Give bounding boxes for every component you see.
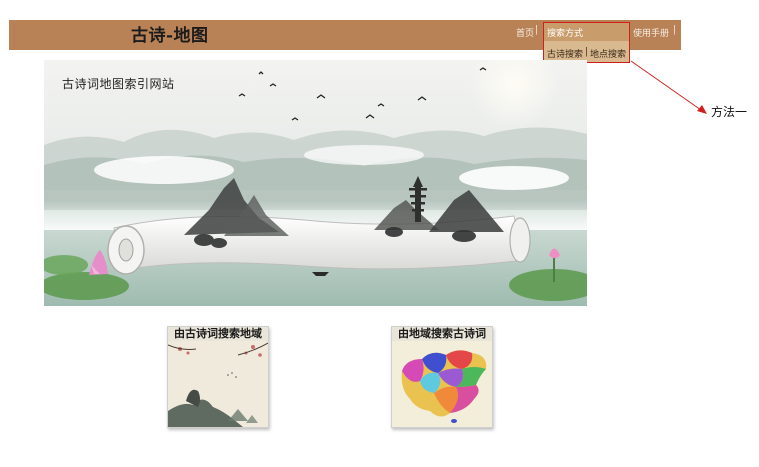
nav-separator: | (673, 25, 677, 35)
ink-landscape-illustration (44, 60, 587, 306)
poem-search-link[interactable]: 古诗搜索 (547, 47, 583, 60)
place-search-link[interactable]: 地点搜索 (590, 47, 626, 60)
banner-caption: 古诗词地图索引网站 (62, 77, 175, 91)
search-mode-menu-header[interactable]: 搜索方式 (544, 23, 629, 41)
dropdown-separator: | (585, 47, 589, 57)
search-mode-label[interactable]: 搜索方式 (547, 26, 583, 39)
search-by-region-card[interactable]: 由地域搜索古诗词 (391, 326, 493, 428)
page: 古诗-地图 首页 | 使用手册 | 搜索方式 古诗搜索 | 地点搜索 方法一 古… (0, 0, 759, 467)
card-title: 由地域搜索古诗词 (392, 327, 492, 341)
search-mode-dropdown[interactable]: 搜索方式 古诗搜索 | 地点搜索 (543, 22, 630, 63)
annotation-label: 方法一 (711, 105, 748, 119)
ink-painting-thumbnail (168, 341, 268, 427)
site-title: 古诗-地图 (131, 26, 209, 46)
search-by-poem-card[interactable]: 由古诗词搜索地域 (167, 326, 269, 428)
china-map-thumbnail (392, 341, 492, 427)
banner-image: 古诗词地图索引网站 (44, 60, 587, 306)
card-title: 由古诗词搜索地域 (168, 327, 268, 341)
nav-separator: | (535, 25, 539, 35)
nav-manual-link[interactable]: 使用手册 (633, 26, 669, 39)
nav-home-link[interactable]: 首页 (516, 26, 534, 39)
